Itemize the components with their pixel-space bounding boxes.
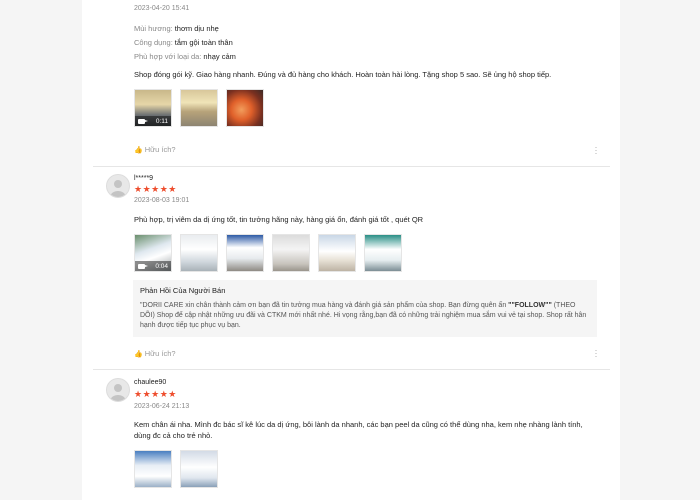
avatar[interactable] bbox=[106, 378, 130, 402]
seller-reply: Phản Hồi Của Người Bán "DORII CARE xin c… bbox=[133, 280, 597, 337]
review-photo-thumbnail[interactable] bbox=[180, 450, 218, 488]
review-video-thumbnail[interactable]: 0:11 bbox=[134, 89, 172, 127]
more-options-icon[interactable]: · · · bbox=[594, 346, 598, 361]
review-attr-skin: Phù hợp với loại da: nhạy cảm bbox=[134, 52, 236, 61]
thumbs-up-icon: 👍 bbox=[134, 351, 143, 358]
review-date: 2023-04-20 15:41 bbox=[134, 5, 190, 12]
review-photo-thumbnail[interactable] bbox=[364, 234, 402, 272]
review-photo-thumbnail[interactable] bbox=[226, 89, 264, 127]
review-video-thumbnail[interactable]: 0:04 bbox=[134, 234, 172, 272]
video-camera-icon bbox=[138, 263, 148, 269]
helpful-button[interactable]: 👍 Hữu ích? bbox=[134, 145, 176, 154]
review-content: Kem chân ái nha. Mình đc bác sĩ kê lúc d… bbox=[134, 420, 583, 440]
reviewer-name: chaulee90 bbox=[134, 379, 167, 386]
video-camera-icon bbox=[138, 118, 148, 124]
review-date: 2023-06-24 21:13 bbox=[134, 403, 190, 410]
seller-reply-body: "DORII CARE xin chân thành cảm ơn bạn đã… bbox=[140, 302, 587, 329]
divider bbox=[93, 369, 610, 370]
review-date: 2023-08-03 19:01 bbox=[134, 197, 190, 204]
review-content: Shop đóng gói kỹ. Giao hàng nhanh. Đúng … bbox=[134, 70, 552, 79]
review-photo-thumbnail[interactable] bbox=[226, 234, 264, 272]
divider bbox=[93, 166, 610, 167]
more-options-icon[interactable]: · · · bbox=[594, 143, 598, 158]
review-photo-thumbnail[interactable] bbox=[272, 234, 310, 272]
thumbs-up-icon: 👍 bbox=[134, 147, 143, 154]
avatar[interactable] bbox=[106, 174, 130, 198]
review-photo-thumbnail[interactable] bbox=[180, 234, 218, 272]
review-content: Phù hợp, trị viêm da dị ứng tốt, tin tưở… bbox=[134, 215, 424, 224]
helpful-button[interactable]: 👍 Hữu ích? bbox=[134, 349, 176, 358]
review-attr-scent: Mùi hương: thơm dịu nhẹ bbox=[134, 24, 219, 33]
rating-stars: ★★★★★ bbox=[134, 184, 177, 194]
rating-stars: ★★★★★ bbox=[134, 389, 177, 399]
review-attr-usage: Công dụng: tắm gội toàn thân bbox=[134, 38, 233, 47]
review-photo-thumbnail[interactable] bbox=[318, 234, 356, 272]
seller-reply-title: Phản Hồi Của Người Bán bbox=[140, 286, 226, 295]
review-photo-thumbnail[interactable] bbox=[180, 89, 218, 127]
reviewer-name: l*****9 bbox=[134, 175, 154, 182]
review-photo-thumbnail[interactable] bbox=[134, 450, 172, 488]
